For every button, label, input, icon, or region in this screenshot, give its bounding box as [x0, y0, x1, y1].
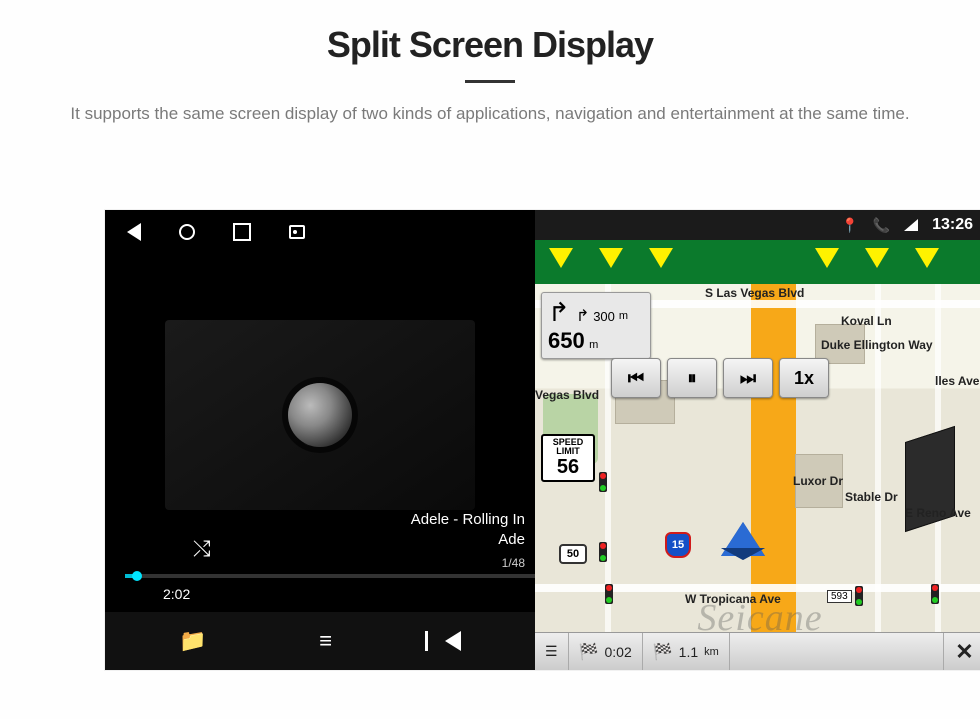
- shuffle-icon[interactable]: ⤭: [193, 536, 211, 562]
- music-pane: ♪ ⤭ Adele - Rolling In Ade 1/48 2:02 📁 ≡: [105, 210, 535, 670]
- lane-arrow-icon: [599, 248, 623, 268]
- sim-controls: ⏮ ⏸ ⏭ 1x: [611, 358, 829, 398]
- street-label: Stable Dr: [845, 490, 898, 504]
- lane-arrow-icon: [649, 248, 673, 268]
- previous-track-icon[interactable]: [445, 631, 461, 651]
- traffic-light-icon: [605, 584, 613, 604]
- street-label: S Las Vegas Blvd: [705, 286, 804, 300]
- sim-prev-button[interactable]: ⏮: [611, 358, 661, 398]
- street-label: Vegas Blvd: [535, 388, 599, 402]
- traffic-light-icon: [599, 472, 607, 492]
- sim-next-button[interactable]: ⏭: [723, 358, 773, 398]
- lane-arrow-icon: [815, 248, 839, 268]
- progress-bar[interactable]: [125, 574, 535, 578]
- eta-time: 0:02: [604, 644, 631, 660]
- eta-time-segment[interactable]: 🏁 0:02: [569, 633, 643, 670]
- lane-arrow-icon: [865, 248, 889, 268]
- nav-bottom-bar: ☰ 🏁 0:02 🏁 1.1 km ✕: [535, 632, 980, 670]
- street-label: Koval Ln: [841, 314, 892, 328]
- track-info: Adele - Rolling In Ade 1/48: [411, 510, 525, 571]
- folder-icon[interactable]: 📁: [179, 628, 206, 654]
- street-label: W Tropicana Ave: [685, 592, 781, 606]
- page-subtitle: It supports the same screen display of t…: [55, 101, 925, 127]
- eta-distance-unit: km: [704, 646, 719, 658]
- lane-arrow-icon: [549, 248, 573, 268]
- interstate-shield: 15: [665, 532, 691, 558]
- speed-limit-value: 56: [543, 457, 593, 478]
- menu-button[interactable]: ☰: [535, 633, 569, 670]
- close-button[interactable]: ✕: [943, 633, 980, 670]
- phone-icon: 📞: [873, 217, 890, 234]
- elapsed-time: 2:02: [163, 586, 190, 602]
- album-art: ♪: [165, 320, 475, 510]
- turn-left-icon: ↰: [548, 297, 570, 328]
- flag-icon: 🏁: [653, 642, 673, 662]
- traffic-light-icon: [599, 542, 607, 562]
- track-title: Adele - Rolling In: [411, 510, 525, 530]
- exit-number: 593: [827, 590, 852, 603]
- home-icon[interactable]: [179, 224, 195, 240]
- play-knob[interactable]: [288, 383, 352, 447]
- turn-distance-unit: m: [589, 339, 598, 351]
- page-title: Split Screen Display: [0, 24, 980, 66]
- street-label: lles Ave: [935, 374, 979, 388]
- sim-pause-button[interactable]: ⏸: [667, 358, 717, 398]
- status-bar: 📍 📞 13:26: [535, 210, 980, 240]
- highway-shield: 50: [559, 544, 587, 564]
- android-nav-bar: [105, 210, 535, 254]
- track-artist: Ade: [411, 530, 525, 550]
- next-turn-distance: 300: [593, 309, 615, 324]
- sim-speed-button[interactable]: 1x: [779, 358, 829, 398]
- flag-icon: 🏁: [579, 642, 599, 662]
- title-underline: [465, 80, 515, 83]
- clock: 13:26: [932, 216, 973, 234]
- traffic-light-icon: [855, 586, 863, 606]
- back-icon[interactable]: [127, 223, 141, 241]
- eta-distance-segment[interactable]: 🏁 1.1 km: [643, 633, 730, 670]
- next-turn-unit: m: [619, 310, 628, 322]
- gallery-icon[interactable]: [289, 225, 305, 239]
- location-icon: 📍: [841, 217, 858, 234]
- vehicle-cursor-icon: [721, 522, 765, 556]
- eta-distance-value: 1.1: [679, 644, 698, 660]
- speed-limit-sign: SPEED LIMIT 56: [541, 434, 595, 482]
- traffic-light-icon: [931, 584, 939, 604]
- turn-panel: ↰ ↰ 300 m 650 m: [541, 292, 651, 359]
- turn-distance-value: 650: [548, 328, 585, 353]
- speed-limit-label: SPEED LIMIT: [543, 438, 593, 457]
- wifi-icon: [904, 219, 918, 231]
- street-label: Duke Ellington Way: [821, 338, 933, 352]
- music-bottom-bar: 📁 ≡: [105, 612, 535, 670]
- recent-apps-icon[interactable]: [233, 223, 251, 241]
- lane-arrow-icon: [915, 248, 939, 268]
- street-label: E Reno Ave: [905, 506, 971, 520]
- lane-guidance-bar: [535, 240, 980, 284]
- split-screen-device: ♪ ⤭ Adele - Rolling In Ade 1/48 2:02 📁 ≡…: [105, 210, 980, 670]
- street-label: Luxor Dr: [793, 474, 843, 488]
- track-counter: 1/48: [411, 555, 525, 571]
- turn-left-small-icon: ↰: [576, 306, 589, 326]
- navigation-pane: 📍 📞 13:26 S Las Ve: [535, 210, 980, 670]
- playlist-icon[interactable]: ≡: [319, 628, 332, 654]
